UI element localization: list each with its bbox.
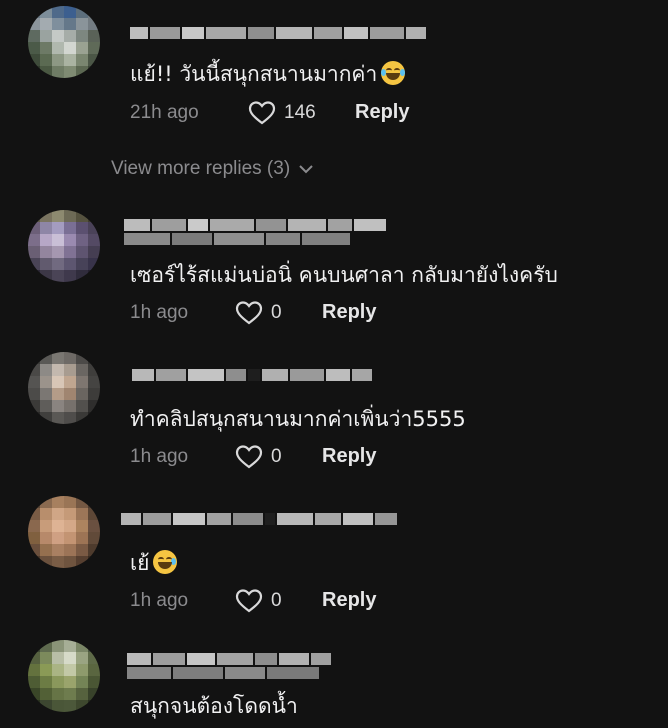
comment-text: ทำคลิปสนุกสนานมากค่าเพิ่นว่า5555 bbox=[130, 407, 466, 431]
username-blurred[interactable] bbox=[121, 512, 397, 526]
username-blurred[interactable] bbox=[130, 26, 426, 40]
username-blurred[interactable] bbox=[127, 652, 331, 666]
view-more-label: View more replies (3) bbox=[111, 158, 291, 179]
comment-timestamp: 1h ago bbox=[130, 590, 189, 611]
like-button[interactable]: 146 bbox=[248, 101, 316, 125]
avatar[interactable] bbox=[28, 352, 100, 424]
like-count: 0 bbox=[271, 302, 282, 323]
like-count: 0 bbox=[271, 590, 282, 611]
reply-button[interactable]: Reply bbox=[355, 101, 409, 124]
like-count: 146 bbox=[284, 102, 316, 123]
avatar[interactable] bbox=[28, 6, 100, 78]
comment-timestamp: 21h ago bbox=[130, 102, 199, 123]
like-count: 0 bbox=[271, 446, 282, 467]
heart-icon bbox=[248, 101, 276, 125]
view-more-replies-button[interactable]: View more replies (3) bbox=[111, 158, 314, 180]
like-button[interactable]: 0 bbox=[235, 301, 282, 325]
username-blurred bbox=[124, 232, 350, 246]
grinning-sweat-face-icon bbox=[153, 550, 178, 574]
reply-button[interactable]: Reply bbox=[322, 301, 376, 324]
comment-timestamp: 1h ago bbox=[130, 446, 189, 467]
username-blurred[interactable] bbox=[124, 218, 386, 232]
comment-text: สนุกจนต้องโดดน้ำ bbox=[130, 694, 298, 718]
like-button[interactable]: 0 bbox=[235, 589, 282, 613]
comment-timestamp: 1h ago bbox=[130, 302, 189, 323]
comment-text: เย้ bbox=[130, 547, 178, 580]
reply-button[interactable]: Reply bbox=[322, 589, 376, 612]
comment-text: แย้!! วันนี้สนุกสนานมากค่า bbox=[130, 58, 406, 91]
heart-icon bbox=[235, 589, 263, 613]
reply-button[interactable]: Reply bbox=[322, 445, 376, 468]
avatar[interactable] bbox=[28, 640, 100, 712]
heart-icon bbox=[235, 301, 263, 325]
chevron-down-icon bbox=[299, 165, 313, 174]
avatar[interactable] bbox=[28, 210, 100, 282]
comment-text: เซอร์ไร้สแม่นบ่อนิ่ คนบนศาลา กลับมายังไง… bbox=[130, 263, 558, 287]
username-blurred bbox=[127, 666, 319, 680]
like-button[interactable]: 0 bbox=[235, 445, 282, 469]
heart-icon bbox=[235, 445, 263, 469]
username-blurred[interactable] bbox=[132, 368, 372, 382]
grinning-sweat-face-icon bbox=[381, 61, 406, 85]
avatar[interactable] bbox=[28, 496, 100, 568]
